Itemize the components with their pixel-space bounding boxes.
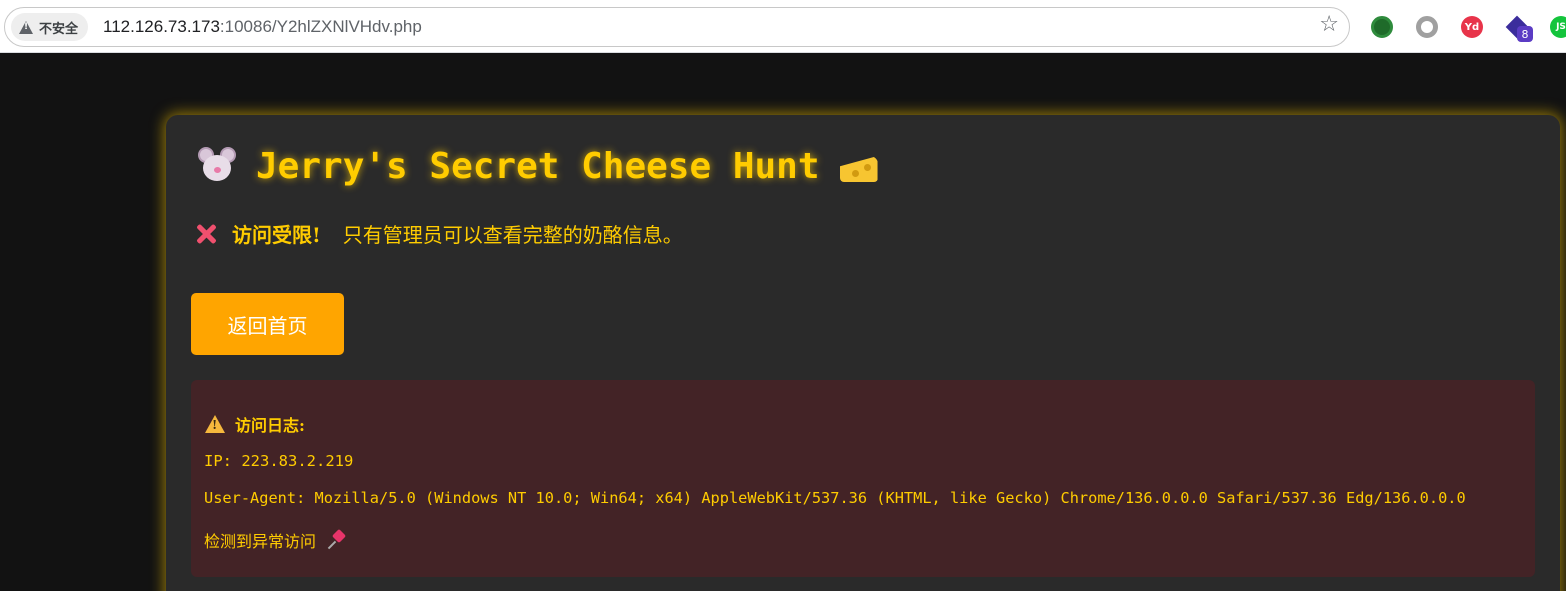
url-host: 112.126.73.173: [103, 17, 220, 36]
green-circle-extension-icon[interactable]: [1371, 16, 1393, 38]
back-home-button[interactable]: 返回首页: [191, 293, 344, 355]
access-log-panel: 访问日志: IP: 223.83.2.219 User-Agent: Mozil…: [191, 380, 1535, 577]
log-user-agent: User-Agent: Mozilla/5.0 (Windows NT 10.0…: [204, 489, 1466, 507]
log-ip: IP: 223.83.2.219: [204, 452, 354, 470]
security-indicator[interactable]: 不安全: [11, 13, 89, 41]
access-denied-text: 只有管理员可以查看完整的奶酪信息。: [342, 223, 683, 247]
access-denied-label: 访问受限!: [232, 223, 321, 247]
page-title-text: Jerry's Secret Cheese Hunt: [256, 145, 820, 187]
url-text[interactable]: 112.126.73.173:10086/Y2hlZXNlVHdv.php: [103, 17, 422, 37]
security-label: 不安全: [39, 21, 79, 37]
gray-ring-extension-icon[interactable]: [1416, 16, 1438, 38]
access-denied-message: 访问受限! 只有管理员可以查看完整的奶酪信息。: [194, 219, 683, 248]
address-bar[interactable]: 不安全 112.126.73.173:10086/Y2hlZXNlVHdv.ph…: [4, 7, 1350, 47]
access-log-title-text: 访问日志:: [235, 416, 305, 435]
content-card: Jerry's Secret Cheese Hunt 访问受限! 只有管理员可以…: [166, 115, 1560, 591]
page-title: Jerry's Secret Cheese Hunt: [196, 145, 880, 187]
mouse-face-icon: [196, 145, 238, 187]
url-path: :10086/Y2hlZXNlVHdv.php: [219, 17, 422, 36]
warning-icon: [19, 20, 33, 34]
log-detected: 检测到异常访问: [204, 528, 347, 552]
youdao-extension-icon[interactable]: Yd: [1461, 16, 1483, 38]
cheese-icon: [838, 146, 880, 186]
cross-mark-icon: [194, 222, 218, 246]
warning-icon: [205, 415, 225, 433]
access-log-title: 访问日志:: [205, 412, 305, 436]
purple-extension-icon[interactable]: 8: [1505, 15, 1533, 42]
extension-badge: 8: [1517, 26, 1533, 42]
js-extension-label: JS: [1556, 22, 1566, 32]
youdao-extension-label: Yd: [1464, 21, 1480, 33]
js-extension-icon[interactable]: JS: [1550, 16, 1566, 38]
log-detected-text: 检测到异常访问: [204, 532, 317, 551]
bookmark-star-icon[interactable]: ☆: [1319, 14, 1339, 36]
browser-toolbar: 不安全 112.126.73.173:10086/Y2hlZXNlVHdv.ph…: [0, 0, 1566, 53]
pushpin-icon: [327, 528, 347, 550]
